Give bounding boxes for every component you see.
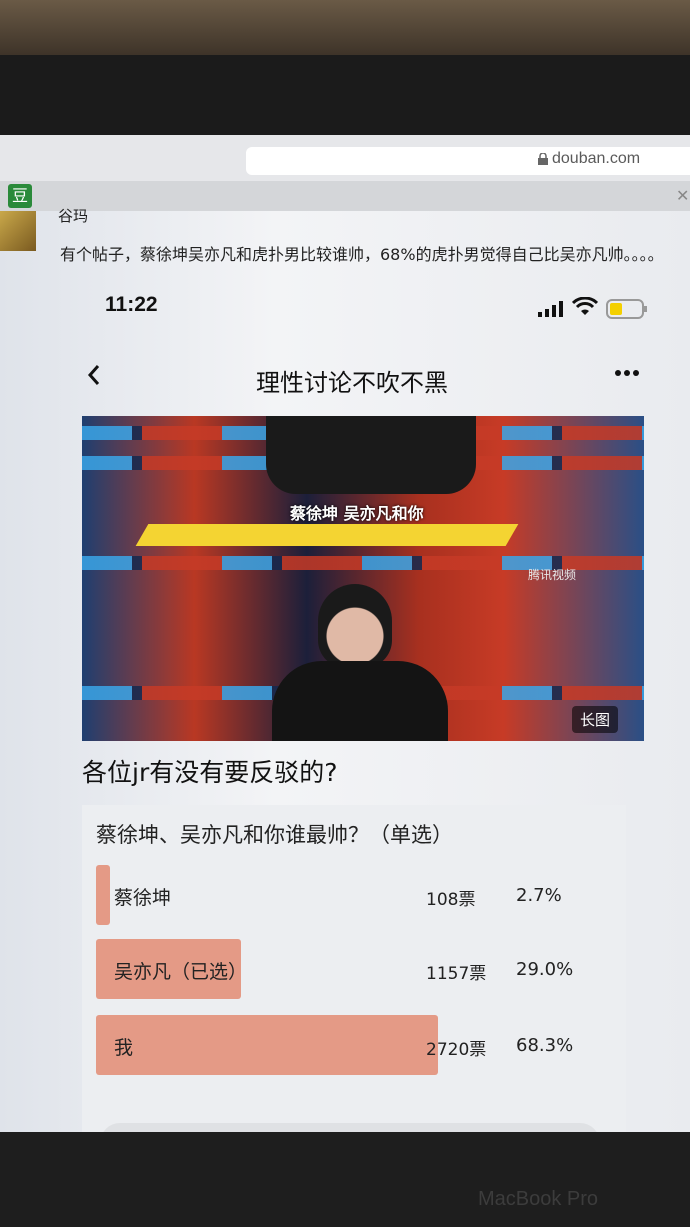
laptop-screen: douban.com 豆 ✕ 谷玛 有个帖子，蔡徐坤吴亦凡和虎扑男比较谁帅，68… (0, 135, 690, 1135)
option-votes: 1157票 (426, 964, 487, 984)
douban-header: 豆 ✕ (0, 181, 690, 211)
caption-bar (135, 524, 519, 546)
option-label: 我 (114, 1037, 134, 1059)
option-percent: 29.0% (516, 959, 574, 980)
poll-card: 蔡徐坤、吴亦凡和你谁最帅？（单选） 蔡徐坤 108票 2.7% 吴亦凡（已选） … (82, 805, 626, 1135)
url-text: douban.com (552, 150, 641, 167)
poll-bar (96, 1015, 438, 1075)
phone-screenshot: 11:22 理性讨论不吹不黑 蔡徐坤 吴亦凡和你 腾讯视频 长图 各位jr有没有… (60, 281, 690, 1135)
option-votes: 2720票 (426, 1040, 487, 1060)
option-label: 蔡徐坤 (114, 887, 172, 909)
douban-logo[interactable]: 豆 (8, 184, 32, 208)
performer-silhouette (266, 416, 476, 494)
poll-bar (96, 865, 110, 925)
laptop-bezel-bottom (0, 1132, 690, 1227)
video-watermark: 腾讯视频 (528, 568, 577, 582)
avatar[interactable] (0, 211, 36, 251)
option-label: 吴亦凡（已选） (114, 961, 248, 983)
video-thumbnail[interactable]: 蔡徐坤 吴亦凡和你 腾讯视频 长图 (82, 416, 644, 741)
poll-option[interactable]: 蔡徐坤 108票 2.7% (96, 865, 596, 925)
post-text: 有个帖子，蔡徐坤吴亦凡和虎扑男比较谁帅，68%的虎扑男觉得自己比吴亦凡帅。。。。 (60, 245, 664, 264)
speaker-figure (318, 584, 392, 668)
status-time: 11:22 (105, 293, 158, 316)
page-title: 理性讨论不吹不黑 (256, 369, 448, 397)
lock-icon (538, 153, 548, 165)
more-icon[interactable] (614, 369, 640, 377)
address-bar[interactable]: douban.com (246, 147, 690, 175)
browser-toolbar: douban.com (0, 135, 690, 181)
signal-icon (538, 301, 563, 317)
wifi-icon (572, 297, 598, 315)
post-question: 各位jr有没有要反驳的? (82, 758, 338, 787)
battery-icon (606, 299, 647, 319)
speaker-figure (272, 661, 448, 741)
username[interactable]: 谷玛 (58, 205, 88, 226)
close-icon[interactable]: ✕ (676, 186, 689, 205)
background-desk (0, 0, 690, 60)
device-label: MacBook Pro (478, 1188, 599, 1210)
option-percent: 2.7% (516, 885, 562, 906)
long-image-badge[interactable]: 长图 (572, 706, 619, 733)
poll-title: 蔡徐坤、吴亦凡和你谁最帅？（单选） (96, 823, 453, 847)
poll-option[interactable]: 吴亦凡（已选） 1157票 29.0% (96, 939, 596, 999)
option-percent: 68.3% (516, 1035, 574, 1056)
poll-option[interactable]: 我 2720票 68.3% (96, 1015, 596, 1075)
video-caption: 蔡徐坤 吴亦凡和你 (290, 504, 424, 523)
back-icon[interactable] (86, 363, 102, 387)
option-votes: 108票 (426, 890, 476, 910)
